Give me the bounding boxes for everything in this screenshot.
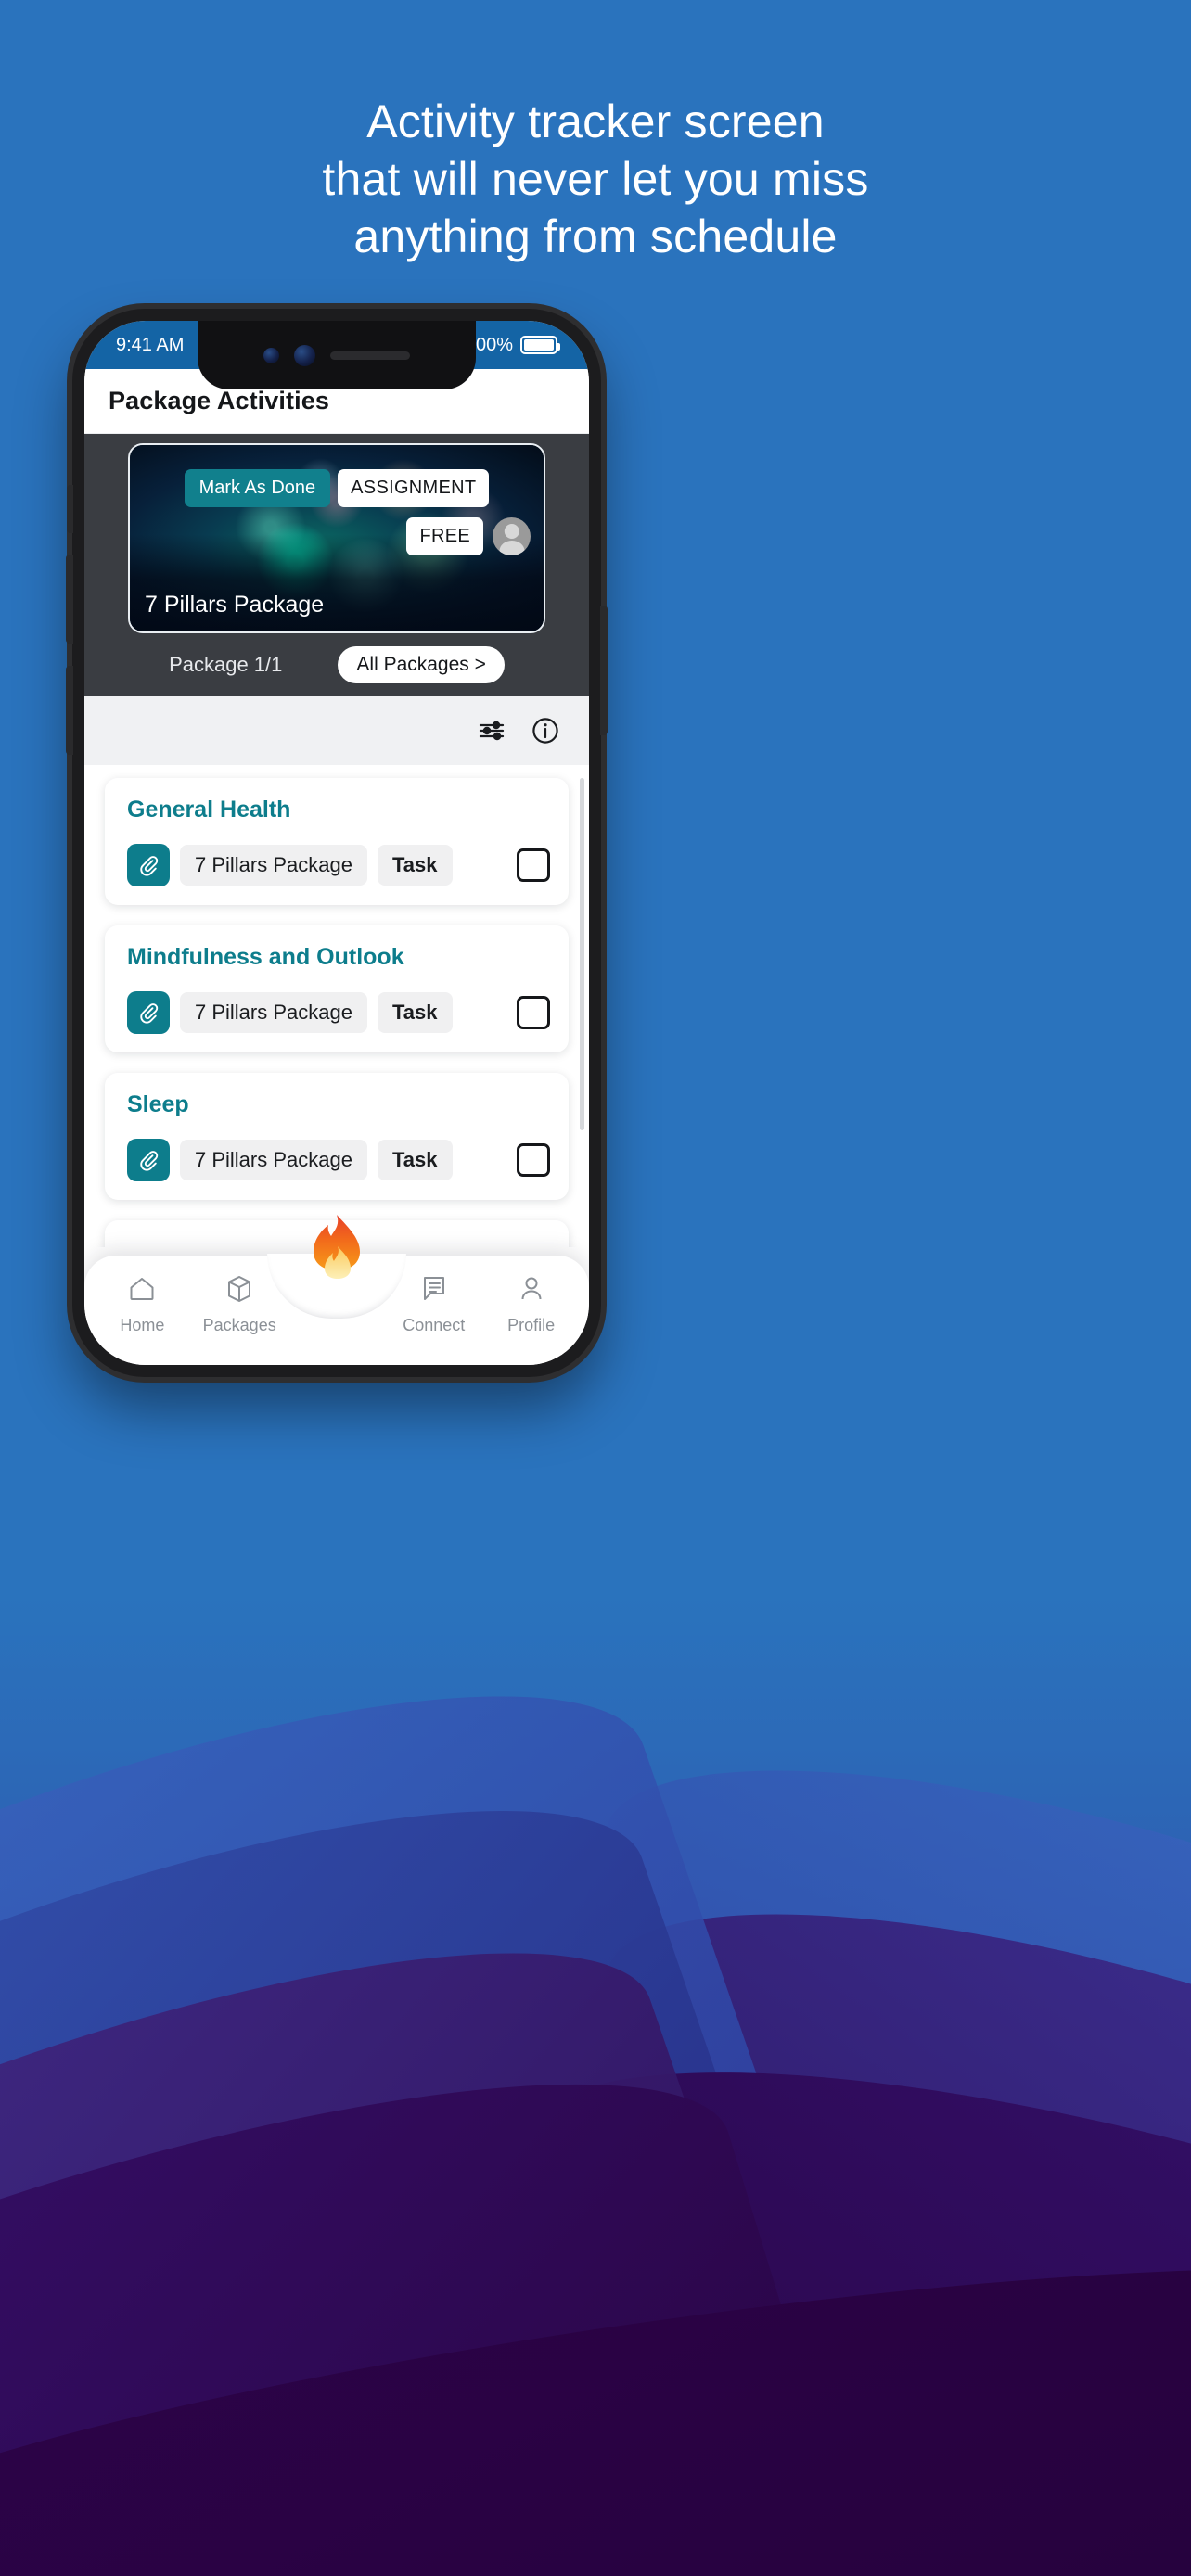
activity-card[interactable]: General Health 7 Pillars Package Task [105,778,569,905]
package-hero: Mark As Done ASSIGNMENT FREE 7 Pillars P… [84,434,589,696]
headline-line-1: Activity tracker screen [366,96,825,147]
phone-mockup: 9:41 AM 100% Package Activities Mark As … [66,309,608,1377]
camera-icon [263,347,279,363]
all-packages-button[interactable]: All Packages > [338,646,505,683]
avatar-icon[interactable] [493,517,531,555]
chevron-right-icon: > [474,654,486,675]
sliders-filter-icon[interactable] [476,715,507,746]
headline-line-2: that will never let you miss [322,153,869,205]
activity-package-chip: 7 Pillars Package [180,1140,367,1180]
assignment-badge: ASSIGNMENT [338,469,490,507]
speaker-grill [330,351,410,360]
chat-lines-icon [418,1273,450,1309]
home-icon [126,1273,158,1309]
person-icon [516,1273,547,1309]
package-card[interactable]: Mark As Done ASSIGNMENT FREE 7 Pillars P… [128,443,545,633]
activity-checkbox[interactable] [517,1143,550,1177]
promo-headline: Activity tracker screen that will never … [0,93,1191,265]
status-bar-time: 9:41 AM [116,334,185,355]
activity-type-chip: Task [377,845,453,886]
battery-full-icon [520,336,560,354]
bottom-navigation: Home Packages Connect Profile [84,1215,589,1365]
volume-up-button[interactable] [66,555,73,644]
activity-checkbox[interactable] [517,848,550,882]
paperclip-icon[interactable] [127,991,170,1034]
activity-package-chip: 7 Pillars Package [180,992,367,1033]
activity-package-chip: 7 Pillars Package [180,845,367,886]
activity-title: Sleep [127,1091,189,1117]
nav-label-home: Home [120,1315,165,1334]
nav-label-profile: Profile [507,1315,556,1334]
activity-type-chip: Task [377,992,453,1033]
headline-line-3: anything from schedule [353,210,838,262]
nav-item-home[interactable]: Home [94,1273,191,1335]
power-button[interactable] [600,606,608,735]
activity-title: General Health [127,797,291,823]
mark-as-done-button[interactable]: Mark As Done [184,469,331,507]
activity-type-chip: Task [377,1140,453,1180]
scrollbar[interactable] [580,778,584,1130]
nav-item-connect[interactable]: Connect [385,1273,482,1335]
package-counter: Package 1/1 [169,653,283,676]
activity-card[interactable]: Sleep 7 Pillars Package Task [105,1073,569,1200]
phone-notch [198,321,476,389]
phone-screen: 9:41 AM 100% Package Activities Mark As … [84,321,589,1365]
nav-item-profile[interactable]: Profile [482,1273,580,1335]
activity-list[interactable]: General Health 7 Pillars Package Task Mi… [84,765,589,1247]
activity-card[interactable]: Mindfulness and Outlook 7 Pillars Packag… [105,925,569,1052]
volume-down-button[interactable] [66,666,73,755]
page-title: Package Activities [109,387,329,414]
filter-bar [84,696,589,765]
all-packages-label: All Packages [356,654,469,675]
nav-label-connect: Connect [403,1315,466,1334]
paperclip-icon[interactable] [127,844,170,886]
activity-checkbox[interactable] [517,996,550,1029]
nav-label-packages: Packages [202,1315,276,1334]
front-camera-icon [294,344,315,366]
activity-title: Mindfulness and Outlook [127,944,404,970]
package-title: 7 Pillars Package [145,592,325,618]
package-box-icon [224,1273,255,1309]
flame-icon[interactable] [303,1211,370,1293]
free-badge: FREE [406,517,483,555]
paperclip-icon[interactable] [127,1139,170,1181]
info-circle-icon[interactable] [530,715,561,746]
nav-item-packages[interactable]: Packages [191,1273,288,1335]
